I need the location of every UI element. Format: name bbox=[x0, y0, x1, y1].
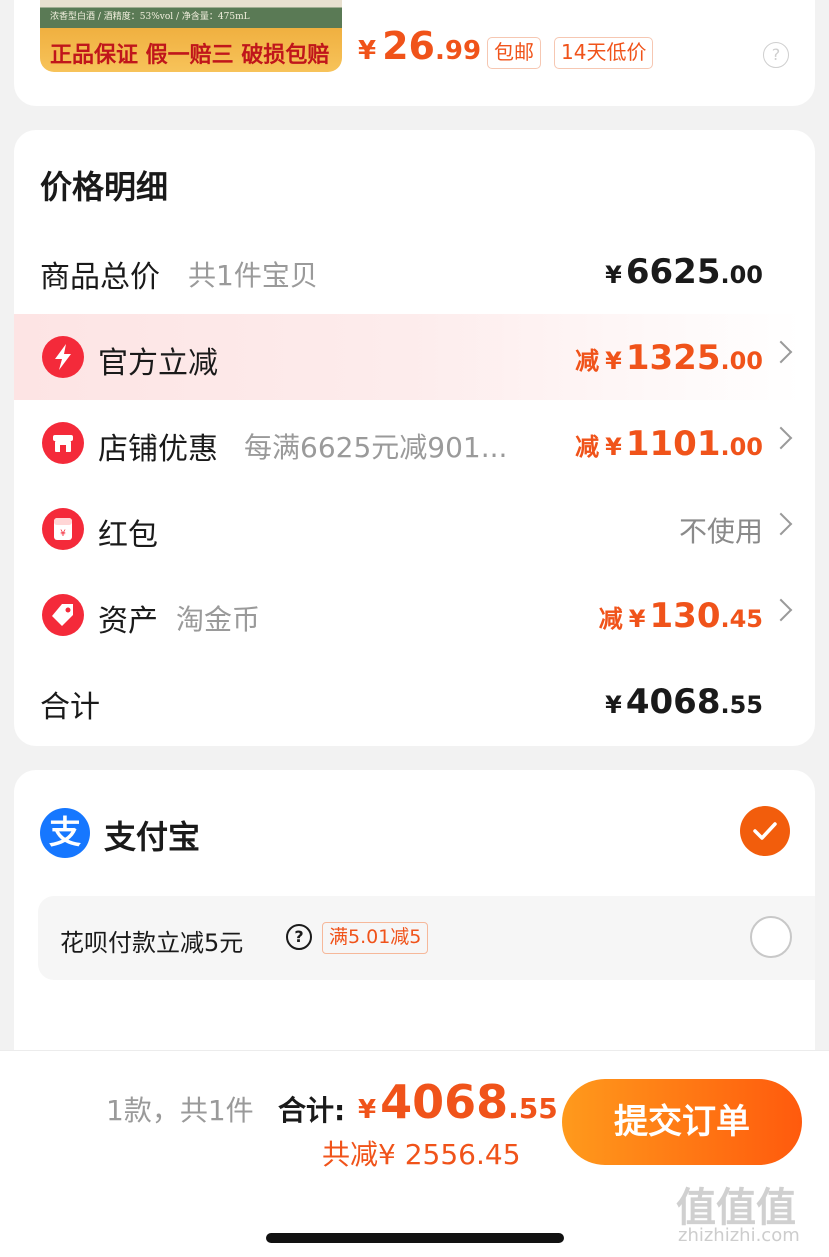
total-amount: ¥4068.55 bbox=[358, 1075, 558, 1129]
alipay-selected-check-icon[interactable] bbox=[740, 806, 790, 856]
assets-discount-amount: 减 ¥130.45 bbox=[599, 596, 763, 636]
currency-symbol: ¥ bbox=[605, 347, 622, 375]
product-price: ¥26.99 bbox=[358, 24, 481, 68]
currency-symbol: ¥ bbox=[605, 261, 622, 289]
amount-decimal: .00 bbox=[720, 347, 763, 375]
official-discount-label: 官方立减 bbox=[98, 346, 218, 381]
goods-total-amount: ¥6625.00 bbox=[605, 252, 763, 292]
chevron-right-icon bbox=[769, 598, 793, 622]
red-packet-icon: ¥ bbox=[42, 508, 84, 550]
amount-decimal: .00 bbox=[720, 261, 763, 289]
submit-order-button[interactable]: 提交订单 bbox=[562, 1079, 802, 1165]
price-currency: ¥ bbox=[358, 36, 377, 66]
official-discount-amount: 减 ¥1325.00 bbox=[575, 338, 763, 378]
amount-decimal: .55 bbox=[508, 1092, 558, 1125]
amount-integer: 4068 bbox=[625, 682, 721, 722]
store-discount-amount: 减 ¥1101.00 bbox=[575, 424, 763, 464]
lightning-icon bbox=[42, 336, 84, 378]
goods-total-label: 商品总价 bbox=[40, 260, 160, 295]
huabei-option[interactable]: 花呗付款立减5元 ? 满5.01减5 bbox=[38, 896, 815, 980]
low-price-tag: 14天低价 bbox=[554, 37, 654, 69]
watermark-url: zhizhizhi.com bbox=[678, 1225, 800, 1246]
chevron-right-icon bbox=[769, 426, 793, 450]
total-amount: ¥4068.55 bbox=[605, 682, 763, 722]
goods-count-text: 共1件宝贝 bbox=[188, 259, 318, 292]
product-spec-text: 浓香型白酒 / 酒精度：53%vol / 净含量：475mL bbox=[50, 12, 250, 22]
currency-symbol: ¥ bbox=[358, 1095, 377, 1125]
discount-prefix: 减 bbox=[575, 347, 600, 375]
assets-row[interactable]: 资产 淘金币 减 ¥130.45 bbox=[14, 572, 801, 658]
huabei-radio[interactable] bbox=[750, 916, 792, 958]
guarantee-banner: 正品保证 假一赔三 破损包赔 bbox=[50, 43, 330, 68]
chevron-right-icon bbox=[769, 340, 793, 364]
goods-total-row: 商品总价 共1件宝贝 ¥6625.00 bbox=[14, 228, 801, 314]
item-count-text: 1款，共1件 bbox=[106, 1094, 254, 1127]
amount-integer: 130 bbox=[649, 596, 721, 636]
alipay-icon: 支 bbox=[40, 808, 90, 858]
price-integer: 26 bbox=[382, 24, 435, 68]
amount-decimal: .45 bbox=[720, 605, 763, 633]
saved-amount-text: 共减¥ 2556.45 bbox=[322, 1138, 521, 1171]
huabei-promo-tag: 满5.01减5 bbox=[322, 922, 429, 954]
assets-label: 资产 bbox=[98, 604, 158, 639]
amount-integer: 1101 bbox=[625, 424, 721, 464]
product-image[interactable]: 浓香型白酒 / 酒精度：53%vol / 净含量：475mL 正品保证 假一赔三… bbox=[40, 0, 342, 72]
huabei-label: 花呗付款立减5元 bbox=[60, 929, 244, 957]
currency-symbol: ¥ bbox=[605, 691, 622, 719]
product-card[interactable]: 浓香型白酒 / 酒精度：53%vol / 净含量：475mL 正品保证 假一赔三… bbox=[14, 0, 815, 106]
amount-integer: 1325 bbox=[625, 338, 721, 378]
store-discount-row[interactable]: 店铺优惠 每满6625元减901... 减 ¥1101.00 bbox=[14, 400, 801, 486]
svg-text:¥: ¥ bbox=[60, 529, 66, 539]
total-label: 合计 bbox=[40, 690, 100, 725]
amount-integer: 6625 bbox=[625, 252, 721, 292]
discount-prefix: 减 bbox=[575, 433, 600, 461]
checkout-bar: 1款，共1件 合计: ¥4068.55 共减¥ 2556.45 提交订单 值值值… bbox=[0, 1050, 829, 1257]
assets-sub-label: 淘金币 bbox=[176, 603, 261, 636]
red-packet-label: 红包 bbox=[98, 518, 158, 553]
help-icon[interactable]: ? bbox=[763, 42, 789, 68]
section-title: 价格明细 bbox=[40, 168, 169, 206]
red-packet-value: 不使用 bbox=[678, 515, 763, 548]
alipay-label[interactable]: 支付宝 bbox=[104, 812, 200, 858]
currency-symbol: ¥ bbox=[628, 605, 646, 633]
total-label: 合计: bbox=[278, 1094, 346, 1127]
currency-symbol: ¥ bbox=[605, 433, 622, 461]
amount-integer: 4068 bbox=[380, 1075, 509, 1129]
store-discount-label: 店铺优惠 bbox=[98, 432, 218, 467]
question-icon[interactable]: ? bbox=[286, 924, 312, 950]
amount-decimal: .55 bbox=[720, 691, 763, 719]
store-icon bbox=[42, 422, 84, 464]
amount-decimal: .00 bbox=[720, 433, 763, 461]
price-detail-card: 价格明细 商品总价 共1件宝贝 ¥6625.00 官方立减 减 ¥1325.00 … bbox=[14, 130, 815, 746]
total-row: 合计 ¥4068.55 bbox=[14, 658, 801, 744]
home-indicator[interactable] bbox=[266, 1233, 564, 1243]
coin-tag-icon bbox=[42, 594, 84, 636]
free-shipping-tag: 包邮 bbox=[487, 37, 541, 69]
red-packet-row[interactable]: ¥ 红包 不使用 bbox=[14, 486, 801, 572]
price-decimal: .99 bbox=[434, 36, 482, 66]
discount-prefix: 减 bbox=[598, 605, 623, 633]
store-discount-rule: 每满6625元减901... bbox=[244, 431, 508, 464]
official-discount-row[interactable]: 官方立减 减 ¥1325.00 bbox=[14, 314, 801, 400]
chevron-right-icon bbox=[769, 512, 793, 536]
